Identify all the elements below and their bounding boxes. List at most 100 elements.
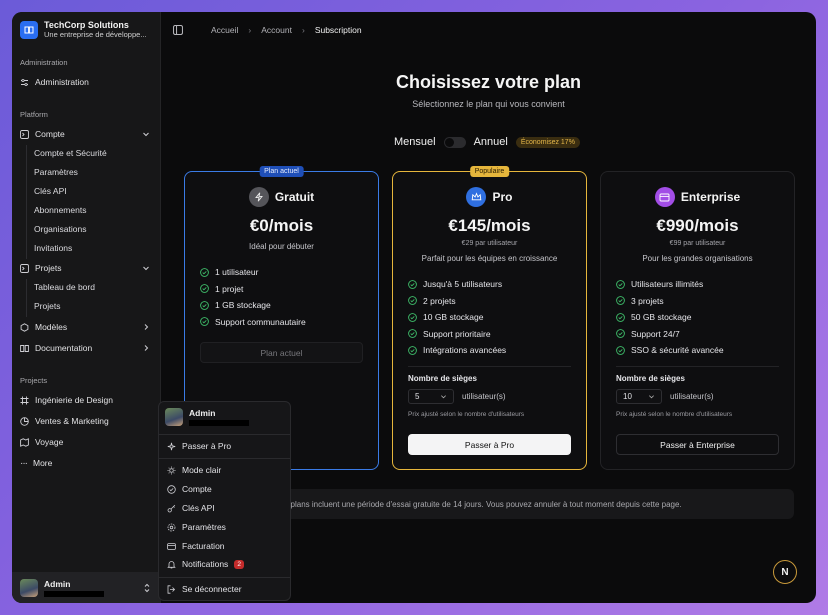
divider <box>616 366 779 367</box>
feature-list: Utilisateurs illimités 3 projets 50 GB s… <box>616 276 724 359</box>
notification-count-badge: 2 <box>234 559 244 569</box>
billing-annual-label[interactable]: Annuel <box>474 136 508 148</box>
sidebar-toggle-icon[interactable] <box>173 25 183 35</box>
sidebar-item-label: Modèles <box>35 322 68 332</box>
brand-subtitle: Une entreprise de développe... <box>44 30 147 39</box>
sidebar-subitem-tableau-de-bord[interactable]: Tableau de bord <box>34 282 95 292</box>
menu-item-billing[interactable]: Facturation <box>167 541 225 551</box>
plan-name: Gratuit <box>274 190 315 204</box>
menu-item-api-keys[interactable]: Clés API <box>167 503 215 513</box>
sidebar-subitem-cles-api[interactable]: Clés API <box>34 186 67 196</box>
user-menu-trigger[interactable]: Admin <box>12 572 161 603</box>
seats-row: 10 utilisateur(s) <box>616 389 714 404</box>
chevron-right-icon: › <box>301 25 305 35</box>
sidebar-subitem-organisations[interactable]: Organisations <box>34 224 86 234</box>
sidebar-item-administration[interactable]: Administration <box>20 74 154 90</box>
feature-label: Intégrations avancées <box>423 345 507 356</box>
current-plan-button[interactable]: Plan actuel <box>200 342 363 363</box>
menu-item-settings[interactable]: Paramètres <box>167 522 226 532</box>
terminal-icon <box>20 129 29 139</box>
breadcrumb-home[interactable]: Accueil <box>211 25 238 35</box>
breadcrumb-current: Subscription <box>314 25 362 35</box>
feature-label: Support communautaire <box>215 316 306 327</box>
avatar <box>20 578 38 597</box>
sidebar-item-voyage[interactable]: Voyage <box>20 434 154 450</box>
chevron-right-icon <box>144 345 149 351</box>
menu-item-label: Passer à Pro <box>182 441 232 451</box>
menu-item-logout[interactable]: Se déconnecter <box>167 584 242 594</box>
upgrade-enterprise-button[interactable]: Passer à Enterprise <box>616 434 779 455</box>
seats-select[interactable]: 5 <box>408 389 454 404</box>
sun-icon <box>167 466 176 474</box>
upgrade-pro-button[interactable]: Passer à Pro <box>408 434 571 455</box>
app-window: TechCorp Solutions Une entreprise de dév… <box>12 12 816 603</box>
sidebar-item-more[interactable]: ··· More <box>20 455 154 471</box>
sidebar-subitem-invitations[interactable]: Invitations <box>34 243 72 253</box>
menu-item-notifications[interactable]: Notifications 2 <box>167 559 244 569</box>
sidebar-item-label: Voyage <box>35 437 64 447</box>
feature-list: 1 utilisateur 1 projet 1 GB stockage Sup… <box>200 264 306 330</box>
help-bubble-button[interactable]: N <box>773 560 797 584</box>
feature-label: SSO & sécurité avancée <box>631 345 724 356</box>
seats-select[interactable]: 10 <box>616 389 662 404</box>
gear-icon <box>167 523 176 531</box>
sidebar-item-compte[interactable]: Compte <box>20 126 154 142</box>
avatar <box>165 408 183 426</box>
seats-label: Nombre de sièges <box>408 374 477 383</box>
sidebar-item-label: Administration <box>35 77 89 87</box>
sidebar-item-documentation[interactable]: Documentation <box>20 340 154 356</box>
seats-row: 5 utilisateur(s) <box>408 389 506 404</box>
menu-item-upgrade[interactable]: Passer à Pro <box>167 441 231 451</box>
check-circle-icon <box>408 329 417 339</box>
check-circle-icon <box>616 296 625 306</box>
feature-label: Jusqu'à 5 utilisateurs <box>423 279 503 290</box>
seats-label: Nombre de sièges <box>616 374 685 383</box>
sidebar-item-ingenierie-design[interactable]: Ingénierie de Design <box>20 392 154 408</box>
page-title: Choisissez votre plan <box>395 72 582 92</box>
badge-check-icon <box>167 484 176 494</box>
sidebar-subitem-parametres[interactable]: Paramètres <box>34 167 78 177</box>
menu-item-label: Notifications <box>182 559 229 569</box>
lightning-icon <box>248 187 269 207</box>
sliders-icon <box>21 78 28 86</box>
log-out-icon <box>167 584 176 594</box>
menu-item-account[interactable]: Compte <box>167 484 212 494</box>
menu-item-label: Facturation <box>182 541 225 551</box>
brand-switcher[interactable]: TechCorp Solutions Une entreprise de dév… <box>20 20 147 40</box>
feature-label: Support 24/7 <box>631 328 680 339</box>
feature-item: 3 projets <box>616 293 724 310</box>
sidebar-item-projets[interactable]: Projets <box>20 260 154 276</box>
more-dots-icon: ··· <box>20 457 28 469</box>
feature-item: Utilisateurs illimités <box>616 276 724 293</box>
sidebar-subitem-abonnements[interactable]: Abonnements <box>34 205 86 215</box>
menu-item-label: Compte <box>182 484 212 494</box>
menu-item-light-mode[interactable]: Mode clair <box>167 465 221 475</box>
book-icon <box>20 21 38 39</box>
sidebar-item-ventes-marketing[interactable]: Ventes & Marketing <box>20 413 154 429</box>
seats-unit: utilisateur(s) <box>670 392 714 401</box>
sidebar-item-label: Ventes & Marketing <box>35 416 109 426</box>
feature-list: Jusqu'à 5 utilisateurs 2 projets 10 GB s… <box>408 276 506 359</box>
billing-switch[interactable] <box>443 136 466 148</box>
sparkles-icon <box>167 442 176 450</box>
plan-description: Idéal pour débuter <box>249 242 314 251</box>
check-circle-icon <box>408 345 417 355</box>
sidebar-subitem-compte-securite[interactable]: Compte et Sécurité <box>34 148 107 158</box>
sidebar-item-modeles[interactable]: Modèles <box>20 319 154 335</box>
feature-item: 50 GB stockage <box>616 309 724 326</box>
check-circle-icon <box>408 296 417 306</box>
chevron-right-icon: › <box>248 25 252 35</box>
feature-label: 1 utilisateur <box>215 267 259 278</box>
credit-card-icon <box>654 187 675 207</box>
check-circle-icon <box>200 284 209 294</box>
breadcrumb-account[interactable]: Account <box>261 25 292 35</box>
feature-label: Utilisateurs illimités <box>631 279 704 290</box>
seats-unit: utilisateur(s) <box>462 392 506 401</box>
chevron-down-icon <box>143 132 149 137</box>
sidebar-subitem-projets[interactable]: Projets <box>34 301 60 311</box>
crown-icon <box>466 187 487 207</box>
feature-label: 2 projets <box>423 295 456 306</box>
plan-name: Pro <box>492 190 513 204</box>
billing-monthly-label[interactable]: Mensuel <box>394 136 436 148</box>
sidebar-item-label: Documentation <box>35 343 93 353</box>
